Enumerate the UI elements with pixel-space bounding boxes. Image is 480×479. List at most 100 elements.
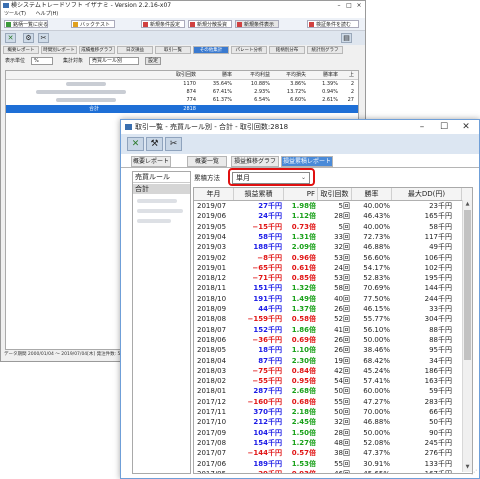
header-cumulative-pl[interactable]: 損益累積 <box>234 188 284 200</box>
total-row[interactable]: 合計 2818 <box>6 105 358 113</box>
rule-sidebar: 売買ルール 合計 <box>132 171 191 474</box>
close-icon[interactable]: × <box>354 1 364 10</box>
chart-icon[interactable]: ▤ <box>341 33 352 43</box>
header-winrate[interactable]: 勝率 <box>352 188 392 200</box>
new-distributed-button[interactable]: 新規分散投資 <box>188 20 232 28</box>
tools-icon[interactable]: ✂ <box>165 137 182 151</box>
tab-other-aggregate[interactable]: その他集計 <box>193 46 229 54</box>
minimize-icon[interactable]: – <box>411 120 433 134</box>
excel-export-icon[interactable]: ✕ <box>5 33 16 43</box>
status-text: データ期間 2000/01/04 〜 2019/07/04[木] 発注件数: 5… <box>4 352 130 357</box>
table-row[interactable]: 2019/03 188千円 2.09倍 32回 46.88% 49千円 <box>194 242 472 252</box>
tab-summary-list[interactable]: 概要一覧 <box>187 156 227 167</box>
vertical-scrollbar[interactable]: ▲ ▼ <box>462 200 472 472</box>
table-row[interactable]: 2019/01 −65千円 0.61倍 24回 54.17% 102千円 <box>194 263 472 273</box>
tab-summary-report[interactable]: 概要レポート <box>131 156 171 167</box>
table-row[interactable]: 2017/10 212千円 2.45倍 32回 46.88% 50千円 <box>194 417 472 428</box>
tab-stat-graph[interactable]: 統計別グラフ <box>307 46 343 54</box>
tools-icon[interactable]: ✂ <box>38 33 49 43</box>
table-row[interactable]: 2019/07 27千円 1.98倍 5回 40.00% 23千円 <box>194 201 472 211</box>
table-row[interactable]: 2018/03 −75千円 0.84倍 42回 45.24% 186千円 <box>194 366 472 376</box>
sidebar-item-total[interactable]: 合計 <box>133 184 190 194</box>
table-row[interactable]: 2019/05 −15千円 0.73倍 5回 40.00% 58千円 <box>194 222 472 232</box>
settings-tool-icon[interactable]: ⚙ <box>23 33 34 43</box>
backtest-button[interactable]: バックテスト <box>71 20 115 28</box>
settings-tool-icon[interactable]: ⚒ <box>146 137 163 151</box>
header-year-month[interactable]: 年月 <box>194 188 234 200</box>
back-to-list-button[interactable]: 銘柄一覧に戻る <box>4 20 48 28</box>
tab-stock-distribution[interactable]: 銘柄別分布 <box>269 46 305 54</box>
menu-help[interactable]: ヘルプ(H) <box>36 11 59 17</box>
menu-tools[interactable]: ツール(T) <box>4 11 26 17</box>
table-row[interactable]: 2018/02 −55千円 0.95倍 54回 57.41% 163千円 <box>194 376 472 387</box>
table-row[interactable]: 2018/07 152千円 1.86倍 41回 56.10% 88千円 <box>194 325 472 335</box>
table-row[interactable]: 2019/04 58千円 1.31倍 33回 72.73% 117千円 <box>194 231 472 243</box>
scroll-up-icon[interactable]: ▲ <box>463 200 472 209</box>
minimize-icon[interactable]: – <box>334 1 344 10</box>
table-row[interactable]: 1170 35.64% 10.88% 3.86% 1.39% 2 <box>6 80 358 88</box>
cell-dd: 95千円 <box>429 346 452 355</box>
load-condition-button[interactable]: 検証条件を読む <box>307 20 359 28</box>
excel-export-icon[interactable]: ✕ <box>127 137 144 151</box>
unit-select[interactable]: % <box>31 57 53 65</box>
table-row[interactable]: 2017/12 −160千円 0.68倍 55回 47.27% 283千円 <box>194 396 472 407</box>
table-row[interactable]: 2017/09 104千円 1.50倍 28回 50.00% 90千円 <box>194 428 472 438</box>
cell-pf: 0.84倍 <box>291 366 316 375</box>
table-row[interactable]: 2017/06 189千円 1.53倍 55回 30.91% 133千円 <box>194 458 472 469</box>
table-row[interactable]: 2018/05 18千円 1.10倍 26回 38.46% 95千円 <box>194 345 472 355</box>
table-row[interactable]: 2018/06 −36千円 0.69倍 26回 50.00% 88千円 <box>194 334 472 346</box>
table-row[interactable]: 2018/12 −71千円 0.85倍 53回 52.83% 195千円 <box>194 273 472 284</box>
resize-grip-icon[interactable]: ⋰ <box>471 469 477 476</box>
condition-icon <box>143 22 148 27</box>
table-row[interactable]: 2017/05 −29千円 0.93倍 46回 45.65% 167千円 <box>194 469 472 473</box>
table-row[interactable]: 2019/02 −8千円 0.96倍 53回 56.60% 106千円 <box>194 252 472 263</box>
settings-button[interactable]: 設定 <box>145 57 161 65</box>
group-select[interactable]: 売買ルール別 <box>89 57 139 65</box>
table-row[interactable]: 2018/08 −159千円 0.58倍 52回 55.77% 304千円 <box>194 314 472 325</box>
blurred-rule-item[interactable] <box>137 209 183 213</box>
tab-pl-graph[interactable]: 損益推移グラフ <box>231 156 279 167</box>
table-row[interactable]: 2019/06 24千円 1.12倍 28回 46.43% 165千円 <box>194 211 472 222</box>
cell-win: 54.17% <box>363 263 390 272</box>
cell-dd: 165千円 <box>424 212 452 221</box>
group-label: 集計対象 <box>63 58 84 64</box>
cell-pl: 154千円 <box>253 438 282 447</box>
new-condition-button[interactable]: 新規条件設定 <box>141 20 185 28</box>
maximize-icon[interactable]: □ <box>344 1 354 10</box>
tab-pl-cumulative-report[interactable]: 損益累積レポート <box>281 156 333 167</box>
table-row[interactable]: 2018/01 287千円 2.68倍 50回 60.00% 59千円 <box>194 386 472 396</box>
table-row[interactable]: 2017/11 370千円 2.18倍 50回 70.00% 66千円 <box>194 407 472 417</box>
cell-win: 47.37% <box>363 449 390 458</box>
tab-pareto[interactable]: パレート分析 <box>231 46 267 54</box>
table-row[interactable]: 2018/11 151千円 1.32倍 58回 70.69% 144千円 <box>194 283 472 293</box>
close-icon[interactable]: ✕ <box>455 120 477 134</box>
table-row[interactable]: 874 67.41% 2.93% 13.72% 0.94% 2 <box>6 88 358 96</box>
maximize-icon[interactable]: ☐ <box>433 120 455 134</box>
header-trades[interactable]: 取引回数 <box>318 188 352 200</box>
scrollbar-thumb[interactable] <box>464 210 471 360</box>
table-row[interactable]: 2018/10 191千円 1.49倍 40回 77.50% 244千円 <box>194 293 472 304</box>
header-max-dd[interactable]: 最大DD(円) <box>392 188 462 200</box>
cell-n: 26回 <box>334 346 350 355</box>
cell-dd: 33千円 <box>429 305 452 313</box>
cell-ym: 2018/01 <box>197 387 227 396</box>
tab-summary-report[interactable]: 概要レポート <box>3 46 39 54</box>
table-row[interactable]: 2018/04 87千円 2.30倍 19回 68.42% 34千円 <box>194 355 472 366</box>
tab-performance-graph[interactable]: 成績推移グラフ <box>79 46 115 54</box>
tab-daily-pl[interactable]: 日次損益 <box>117 46 153 54</box>
cell-pl: 24千円 <box>258 212 282 221</box>
blurred-rule-item[interactable] <box>137 199 177 203</box>
cell-win: 38.46% <box>363 346 390 355</box>
tab-trade-list[interactable]: 取引一覧 <box>155 46 191 54</box>
blurred-rule-item[interactable] <box>137 219 171 223</box>
cell-ym: 2018/11 <box>197 284 227 293</box>
table-row[interactable]: 774 61.37% 6.54% 6.60% 2.61% 27 <box>6 96 358 104</box>
table-row[interactable]: 2018/09 44千円 1.37倍 26回 46.15% 33千円 <box>194 304 472 314</box>
tab-time-report[interactable]: 時間別レポート <box>41 46 77 54</box>
cell-dd: 244千円 <box>424 294 452 303</box>
header-pf[interactable]: PF <box>284 188 318 200</box>
table-row[interactable]: 2017/08 154千円 1.27倍 48回 52.08% 245千円 <box>194 437 472 449</box>
show-condition-button[interactable]: 新規条件表示 <box>235 20 279 28</box>
table-row[interactable]: 2017/07 −144千円 0.57倍 38回 47.37% 276千円 <box>194 448 472 458</box>
cell-win: 60.00% <box>363 387 390 396</box>
